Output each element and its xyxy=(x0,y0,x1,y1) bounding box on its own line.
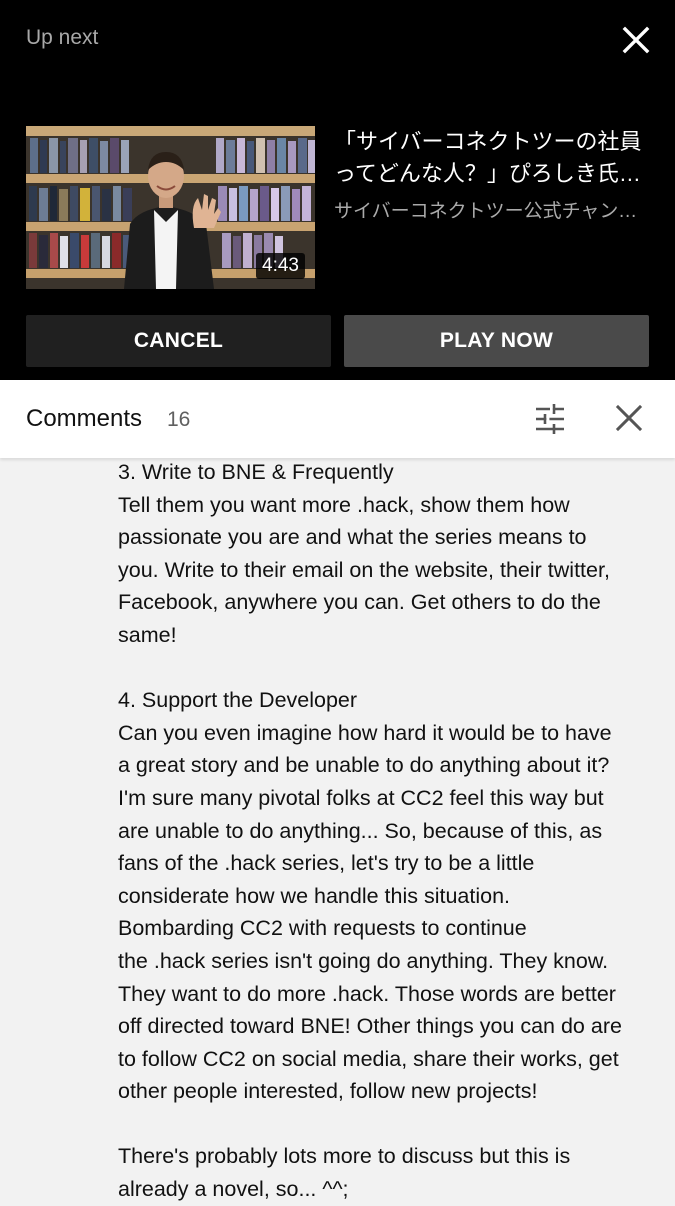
up-next-overlay: Up next 4:43 「サイバーコネクトツーの社員ってどんな人？」ぴろしき氏… xyxy=(0,0,675,380)
comment-line: other people interested, follow new proj… xyxy=(118,1079,538,1104)
comment-line: 3. Write to BNE & Frequently xyxy=(118,460,394,484)
comment-text: 3. Write to BNE & Frequently Tell them yo… xyxy=(118,456,658,1206)
comment-line: the .hack series isn't going do anything… xyxy=(118,948,609,973)
comment-line: I'm sure many pivotal folks at CC2 feel … xyxy=(118,785,604,810)
video-duration: 4:43 xyxy=(256,253,305,279)
channel-name: サイバーコネクトツー公式チャンネル xyxy=(334,201,644,222)
play-now-button[interactable]: PLAY NOW xyxy=(344,315,649,367)
comment-line: Tell them you want more .hack, show them… xyxy=(118,492,570,517)
comment-line: a great story and be unable to do anythi… xyxy=(118,753,610,778)
close-icon[interactable] xyxy=(620,24,652,56)
cancel-button[interactable]: CANCEL xyxy=(26,315,331,367)
comment-line: off directed toward BNE! Other things yo… xyxy=(118,1014,622,1039)
close-icon[interactable] xyxy=(614,403,644,433)
comment-line: considerate how we handle this situation… xyxy=(118,883,511,908)
comment-line xyxy=(118,652,658,685)
comment-line: 4. Support the Developer xyxy=(118,688,358,713)
comment-line: Facebook, anywhere you can. Get others t… xyxy=(118,590,601,615)
comment-line: fans of the .hack series, let's try to b… xyxy=(118,851,535,876)
comments-header: Comments 16 xyxy=(0,380,675,458)
comment-line: already a novel, so... ^^; xyxy=(118,1177,349,1202)
sort-icon[interactable] xyxy=(533,402,567,436)
up-next-label: Up next xyxy=(26,26,99,49)
comments-title: Comments xyxy=(26,405,143,432)
video-thumbnail[interactable]: 4:43 xyxy=(26,126,315,289)
comment-line: They want to do more .hack. Those words … xyxy=(118,981,616,1006)
video-title[interactable]: 「サイバーコネクトツーの社員ってどんな人？」ぴろしき氏の巻 xyxy=(334,126,652,190)
comments-count: 16 xyxy=(167,408,191,431)
comment-line: There's probably lots more to discuss bu… xyxy=(118,1144,571,1169)
comment-line: you. Write to their email on the website… xyxy=(118,557,610,582)
comment-line xyxy=(118,1108,658,1141)
comment-line: are unable to do anything... So, because… xyxy=(118,818,603,843)
comment-line: Bombarding CC2 with requests to continue xyxy=(118,916,527,941)
comment-line: same! xyxy=(118,622,177,647)
comment-line: passionate you are and what the series m… xyxy=(118,525,587,550)
comment-line: Can you even imagine how hard it would b… xyxy=(118,720,612,745)
comment-line: to follow CC2 on social media, share the… xyxy=(118,1046,619,1071)
